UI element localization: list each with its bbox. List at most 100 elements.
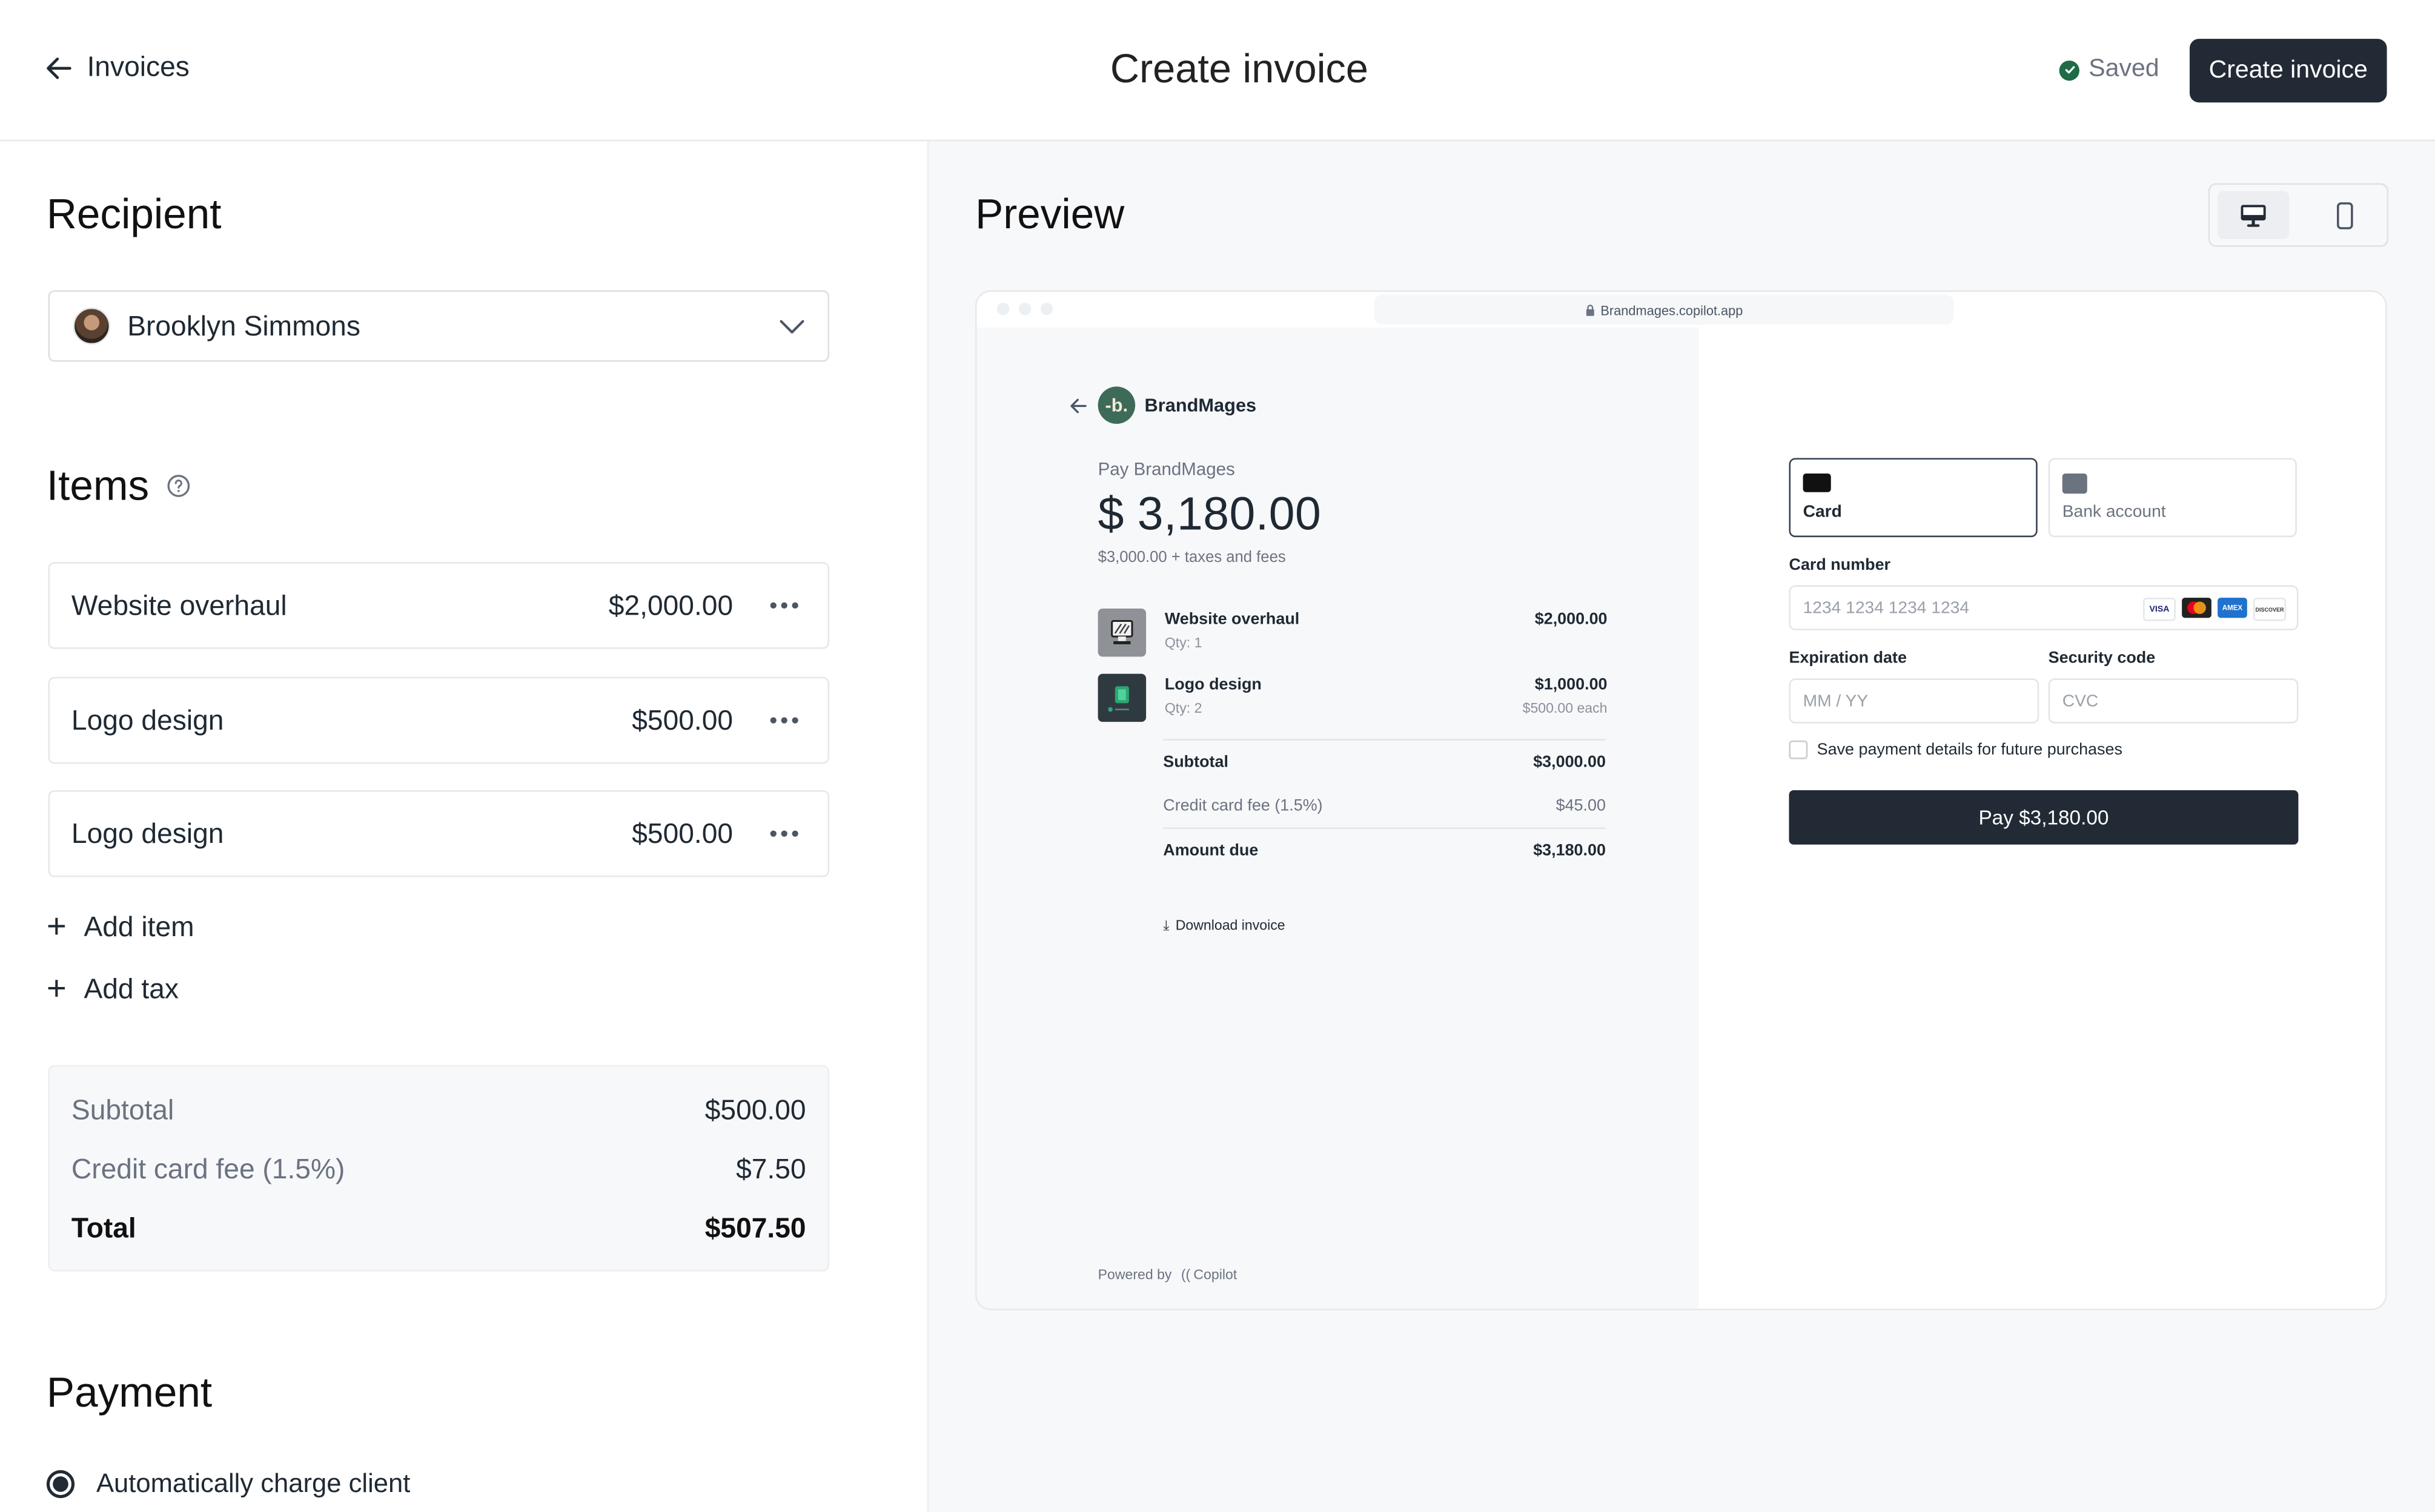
help-circle-icon[interactable] [166, 474, 191, 498]
card-method-tab[interactable]: Card [1789, 458, 2038, 538]
preview-fee-value: $45.00 [1555, 796, 1606, 815]
window-dots [996, 302, 1053, 315]
app-root: Invoices Create invoice Saved Create inv… [0, 0, 2435, 1512]
add-tax-button[interactable]: + Add tax [46, 968, 179, 1008]
brand-name: BrandMages [1144, 394, 1257, 417]
plus-icon: + [46, 968, 67, 1008]
checkout-preview-frame: Brandmages.copilot.app -b. BrandMages Pa… [975, 290, 2387, 1310]
bank-method-tab[interactable]: Bank account [2048, 458, 2297, 538]
visa-icon: VISA [2143, 598, 2176, 621]
preview-subtotal-row: Subtotal $3,000.00 [1163, 753, 1606, 771]
subtotal-value: $500.00 [704, 1094, 806, 1126]
divider [1163, 739, 1606, 741]
invoice-form: Recipient Brooklyn Simmons Items Website… [0, 141, 927, 1512]
item-price: $500.00 [632, 704, 734, 735]
auto-charge-option[interactable]: Automatically charge client [46, 1468, 410, 1499]
item-price: $2,000.00 [608, 589, 734, 621]
card-number-label: Card number [1789, 555, 1891, 575]
line-item-name: Website overhaul [1164, 610, 1300, 629]
brand-logo: -b. [1098, 386, 1136, 424]
line-item-qty: Qty: 1 [1164, 635, 1202, 651]
fee-row: Credit card fee (1.5%) $7.50 [71, 1154, 806, 1186]
download-icon: ⤓ [1163, 917, 1170, 933]
preview-pane: Preview Brandmages.copilot.app -b. Brand… [927, 141, 2435, 1512]
download-label: Download invoice [1175, 917, 1285, 933]
check-circle-icon [2059, 59, 2079, 81]
bank-icon [2062, 473, 2087, 494]
item-price: $500.00 [632, 817, 734, 849]
expiration-input[interactable]: MM / YY [1789, 678, 2039, 724]
total-value: $507.50 [704, 1212, 806, 1244]
desktop-view-button[interactable] [2218, 191, 2290, 239]
line-item-unit-price: $500.00 each [1522, 700, 1608, 716]
preview-due-row: Amount due $3,180.00 [1163, 842, 1606, 860]
amount-note: $3,000.00 + taxes and fees [1098, 549, 1286, 567]
total-row: Total $507.50 [71, 1212, 806, 1245]
items-heading: Items [46, 463, 150, 509]
pay-to-label: Pay BrandMages [1098, 461, 1235, 480]
checkbox-icon[interactable] [1789, 740, 1808, 759]
preview-due-value: $3,180.00 [1533, 841, 1606, 860]
add-tax-label: Add tax [84, 972, 179, 1004]
download-invoice-link[interactable]: ⤓ Download invoice [1163, 917, 1285, 934]
plus-icon: + [46, 906, 67, 946]
item-row[interactable]: Website overhaul $2,000.00 [48, 562, 830, 649]
line-item-price: $1,000.00 [1534, 675, 1608, 695]
preview-fee-label: Credit card fee (1.5%) [1163, 796, 1323, 815]
preview-fee-row: Credit card fee (1.5%) $45.00 [1163, 796, 1606, 815]
expiration-placeholder: MM / YY [1803, 692, 1869, 710]
merchant-brand: -b. BrandMages [1068, 386, 1256, 424]
url-text: Brandmages.copilot.app [1600, 302, 1743, 318]
amount-due-large: $ 3,180.00 [1098, 489, 1322, 541]
add-item-label: Add item [84, 910, 194, 942]
fee-label: Credit card fee (1.5%) [71, 1153, 345, 1185]
cvc-placeholder: CVC [2062, 692, 2099, 710]
card-number-input[interactable]: 1234 1234 1234 1234 VISA AMEX DISCOVER [1789, 585, 2299, 630]
url-bar: Brandmages.copilot.app [1374, 295, 1954, 325]
line-item-name: Logo design [1164, 675, 1262, 695]
recipient-select[interactable]: Brooklyn Simmons [48, 290, 830, 362]
preview-line-item: Logo design Qty: 2 $1,000.00 $500.00 eac… [1098, 673, 1608, 724]
powered-by-label: Powered by [1098, 1267, 1172, 1283]
add-item-button[interactable]: + Add item [46, 906, 194, 946]
pay-button[interactable]: Pay $3,180.00 [1789, 790, 2299, 845]
card-number-placeholder: 1234 1234 1234 1234 [1803, 598, 1970, 618]
bank-method-label: Bank account [2062, 503, 2166, 522]
item-row[interactable]: Logo design $500.00 [48, 790, 830, 877]
expiration-label: Expiration date [1789, 649, 1907, 668]
item-row[interactable]: Logo design $500.00 [48, 676, 830, 764]
more-options-icon[interactable] [767, 830, 801, 837]
phone-icon [2337, 201, 2353, 229]
line-item-qty: Qty: 2 [1164, 700, 1202, 716]
more-options-icon[interactable] [767, 717, 801, 724]
discover-icon: DISCOVER [2253, 598, 2286, 621]
preview-subtotal-label: Subtotal [1163, 753, 1228, 772]
arrow-left-icon[interactable] [1068, 395, 1088, 415]
create-invoice-button[interactable]: Create invoice [2189, 39, 2387, 103]
copilot-logo: (( Copilot [1181, 1267, 1237, 1283]
subtotal-row: Subtotal $500.00 [71, 1094, 806, 1127]
mobile-view-button[interactable] [2309, 191, 2380, 239]
fee-value: $7.50 [736, 1153, 806, 1185]
copilot-icon: (( [1181, 1267, 1191, 1283]
chevron-down-icon [780, 320, 804, 334]
preview-line-item: Website overhaul Qty: 1 $2,000.00 [1098, 609, 1608, 658]
lock-icon [1586, 303, 1594, 315]
more-options-icon[interactable] [767, 602, 801, 609]
checkout-summary-panel: -b. BrandMages Pay BrandMages $ 3,180.00… [976, 327, 1699, 1309]
logo-thumbnail-icon [1098, 673, 1147, 722]
item-name: Logo design [71, 704, 224, 735]
computer-thumbnail-icon [1098, 609, 1147, 657]
radio-selected-icon[interactable] [46, 1470, 75, 1499]
preview-heading: Preview [975, 191, 1125, 238]
card-brand-logos: VISA AMEX DISCOVER [2143, 598, 2286, 621]
save-details-label: Save payment details for future purchase… [1817, 740, 2122, 759]
item-name: Website overhaul [71, 589, 287, 621]
credit-card-icon [1803, 473, 1831, 492]
powered-by: Powered by (( Copilot [1098, 1267, 1237, 1283]
browser-chrome: Brandmages.copilot.app [976, 291, 2385, 328]
security-code-input[interactable]: CVC [2048, 678, 2299, 724]
divider [1163, 827, 1606, 830]
totals-summary: Subtotal $500.00 Credit card fee (1.5%) … [48, 1065, 830, 1272]
save-details-checkbox[interactable]: Save payment details for future purchase… [1789, 740, 2122, 759]
